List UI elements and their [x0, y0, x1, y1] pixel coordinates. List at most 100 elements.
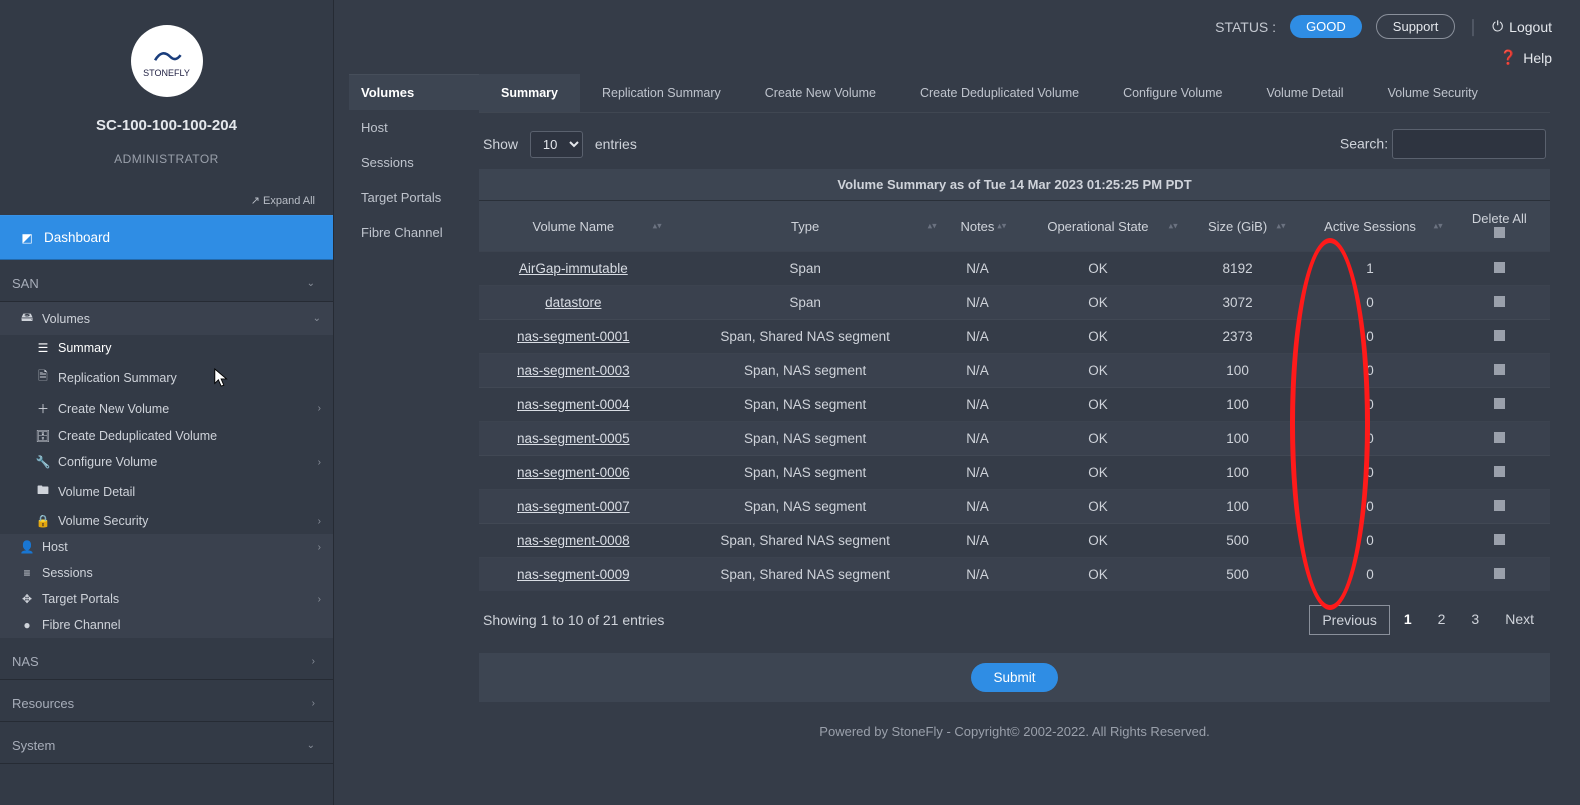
page-prev[interactable]: Previous	[1309, 605, 1389, 635]
main-panel: STATUS : GOOD Support │ ⏻ Logout ❓ Help …	[334, 0, 1580, 805]
htab-detail[interactable]: Volume Detail	[1244, 74, 1365, 112]
htab-replication[interactable]: Replication Summary	[580, 74, 743, 112]
delete-checkbox[interactable]	[1494, 534, 1505, 545]
tree-summary[interactable]: ☰ Summary	[0, 335, 333, 361]
volume-link[interactable]: datastore	[545, 295, 601, 310]
tree-detail[interactable]: 🖿 Volume Detail	[0, 475, 333, 508]
tree-configure[interactable]: 🔧 Configure Volume›	[0, 449, 333, 475]
sidetab-host[interactable]: Host	[349, 110, 479, 145]
volume-link[interactable]: nas-segment-0007	[517, 499, 630, 514]
table-title: Volume Summary as of Tue 14 Mar 2023 01:…	[479, 169, 1550, 201]
tree-host[interactable]: 👤 Host›	[0, 534, 333, 560]
circle-icon: ●	[20, 618, 34, 632]
tree-security[interactable]: 🔒 Volume Security›	[0, 508, 333, 534]
table-row: nas-segment-0006Span, NAS segmentN/AOK10…	[479, 456, 1550, 490]
delete-checkbox[interactable]	[1494, 466, 1505, 477]
status-badge[interactable]: GOOD	[1290, 15, 1362, 38]
col-delete[interactable]: Delete All	[1449, 201, 1550, 252]
section-nas[interactable]: NAS›	[0, 638, 333, 680]
cell-notes: N/A	[943, 388, 1013, 422]
user-icon: 👤	[20, 540, 34, 554]
delete-all-checkbox[interactable]	[1494, 227, 1505, 238]
volume-link[interactable]: nas-segment-0004	[517, 397, 630, 412]
page-next[interactable]: Next	[1493, 605, 1546, 635]
volume-link[interactable]: nas-segment-0009	[517, 567, 630, 582]
cell-sessions: 1	[1292, 252, 1449, 286]
mouse-cursor-icon	[213, 367, 231, 389]
volume-link[interactable]: nas-segment-0006	[517, 465, 630, 480]
delete-checkbox[interactable]	[1494, 262, 1505, 273]
volume-link[interactable]: nas-segment-0001	[517, 329, 630, 344]
htab-create-dedup[interactable]: Create Deduplicated Volume	[898, 74, 1101, 112]
tree-fibre[interactable]: ● Fibre Channel	[0, 612, 333, 638]
replication-icon: 🗎	[36, 367, 50, 388]
cell-sessions: 0	[1292, 286, 1449, 320]
cell-size: 8192	[1184, 252, 1292, 286]
plus-icon: ＋	[36, 400, 50, 417]
htab-security[interactable]: Volume Security	[1366, 74, 1500, 112]
expand-all-link[interactable]: ↗ Expand All	[0, 166, 333, 215]
pagination: Previous 1 2 3 Next	[1309, 605, 1546, 635]
volume-link[interactable]: nas-segment-0008	[517, 533, 630, 548]
logout-link[interactable]: ⏻ Logout	[1492, 18, 1552, 35]
wrench-icon: 🔧	[36, 455, 50, 469]
htab-summary[interactable]: Summary	[479, 74, 580, 112]
cell-size: 500	[1184, 524, 1292, 558]
tree-sessions[interactable]: ≡ Sessions	[0, 560, 333, 586]
help-link[interactable]: ❓ Help	[334, 49, 1552, 66]
col-state[interactable]: Operational State▴▾	[1012, 201, 1183, 252]
htab-create-volume[interactable]: Create New Volume	[743, 74, 898, 112]
tree-replication[interactable]: 🗎 Replication Summary	[0, 361, 333, 394]
tree-volumes[interactable]: 🖴 Volumes⌄	[0, 302, 333, 335]
delete-checkbox[interactable]	[1494, 432, 1505, 443]
delete-checkbox[interactable]	[1494, 330, 1505, 341]
cell-notes: N/A	[943, 320, 1013, 354]
col-size[interactable]: Size (GiB)▴▾	[1184, 201, 1292, 252]
section-san[interactable]: SAN⌄	[0, 260, 333, 302]
sidetab-sessions[interactable]: Sessions	[349, 145, 479, 180]
delete-checkbox[interactable]	[1494, 398, 1505, 409]
cell-sessions: 0	[1292, 456, 1449, 490]
nav-dashboard[interactable]: ◩ Dashboard	[0, 215, 333, 260]
htab-configure[interactable]: Configure Volume	[1101, 74, 1244, 112]
cell-notes: N/A	[943, 456, 1013, 490]
cell-type: Span, NAS segment	[668, 490, 943, 524]
entries-select[interactable]: 10	[530, 131, 583, 158]
cell-sessions: 0	[1292, 490, 1449, 524]
cell-notes: N/A	[943, 354, 1013, 388]
search-input[interactable]	[1392, 129, 1546, 159]
table-row: nas-segment-0001Span, Shared NAS segment…	[479, 320, 1550, 354]
volume-link[interactable]: nas-segment-0005	[517, 431, 630, 446]
delete-checkbox[interactable]	[1494, 568, 1505, 579]
showing-text: Showing 1 to 10 of 21 entries	[483, 612, 664, 628]
submit-button[interactable]: Submit	[971, 663, 1057, 692]
support-button[interactable]: Support	[1376, 14, 1456, 39]
col-sessions[interactable]: Active Sessions▴▾	[1292, 201, 1449, 252]
tree-create-dedup[interactable]: 🗄 Create Deduplicated Volume	[0, 423, 333, 449]
cell-size: 2373	[1184, 320, 1292, 354]
tree-create-volume[interactable]: ＋ Create New Volume›	[0, 394, 333, 423]
cell-sessions: 0	[1292, 354, 1449, 388]
col-notes[interactable]: Notes▴▾	[943, 201, 1013, 252]
sidetab-target-portals[interactable]: Target Portals	[349, 180, 479, 215]
sidetab-volumes[interactable]: Volumes	[349, 74, 479, 110]
col-name[interactable]: Volume Name▴▾	[479, 201, 668, 252]
section-system[interactable]: System⌄	[0, 722, 333, 764]
page-1[interactable]: 1	[1392, 605, 1424, 635]
cell-state: OK	[1012, 490, 1183, 524]
sidetab-fibre[interactable]: Fibre Channel	[349, 215, 479, 250]
delete-checkbox[interactable]	[1494, 500, 1505, 511]
delete-checkbox[interactable]	[1494, 296, 1505, 307]
page-3[interactable]: 3	[1459, 605, 1491, 635]
delete-checkbox[interactable]	[1494, 364, 1505, 375]
col-type[interactable]: Type▴▾	[668, 201, 943, 252]
tree-target-portals[interactable]: ✥ Target Portals›	[0, 586, 333, 612]
cell-type: Span, Shared NAS segment	[668, 524, 943, 558]
page-2[interactable]: 2	[1426, 605, 1458, 635]
volume-link[interactable]: nas-segment-0003	[517, 363, 630, 378]
footer-text: Powered by StoneFly - Copyright© 2002-20…	[479, 702, 1550, 749]
cell-state: OK	[1012, 320, 1183, 354]
dashboard-icon: ◩	[20, 231, 34, 245]
volume-link[interactable]: AirGap-immutable	[519, 261, 628, 276]
section-resources[interactable]: Resources›	[0, 680, 333, 722]
